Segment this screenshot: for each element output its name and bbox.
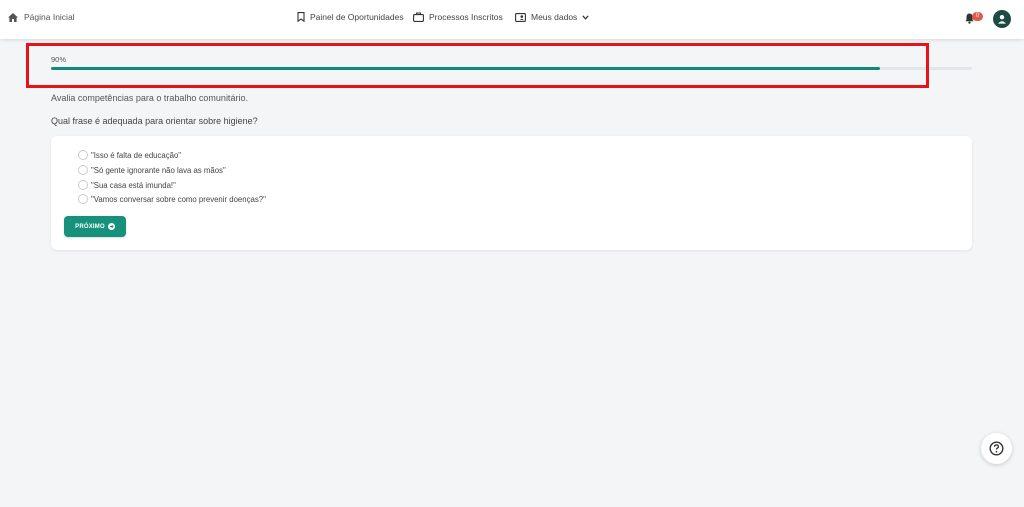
progress-label: 90% [51, 55, 67, 64]
quiz-description: Avalia competências para o trabalho comu… [51, 93, 248, 103]
answer-option-label: "Vamos conversar sobre como prevenir doe… [91, 194, 266, 204]
progress-track [51, 67, 972, 70]
answers-card: "Isso é falta de educação" "Só gente ign… [51, 136, 972, 250]
user-icon [997, 14, 1007, 24]
next-button-label: PRÓXIMO [75, 223, 105, 230]
notification-badge: 0 [972, 12, 983, 21]
help-button[interactable] [981, 433, 1012, 464]
home-label: Página Inicial [24, 12, 75, 22]
home-link[interactable]: Página Inicial [8, 12, 75, 22]
briefcase-icon [413, 12, 424, 22]
answer-option-label: "Só gente ignorante não lava as mãos" [91, 165, 226, 175]
user-avatar[interactable] [993, 10, 1011, 28]
answer-option-label: "Isso é falta de educação" [91, 150, 182, 160]
question-circle-icon [989, 441, 1004, 456]
top-navbar: Página Inicial Painel de Oportunidades P… [0, 0, 1024, 39]
next-button[interactable]: PRÓXIMO [64, 216, 126, 237]
id-card-icon [515, 12, 526, 22]
nav-label: Painel de Oportunidades [310, 12, 404, 22]
nav-label: Processos Inscritos [429, 12, 503, 22]
radio-button[interactable] [78, 165, 88, 175]
radio-button[interactable] [78, 180, 88, 190]
arrow-right-circle-icon [107, 223, 115, 230]
answer-option[interactable]: "Vamos conversar sobre como prevenir doe… [78, 194, 266, 204]
radio-button[interactable] [78, 150, 88, 160]
bookmark-icon [297, 12, 305, 22]
nav-label: Meus dados [531, 12, 578, 22]
nav-meus-dados[interactable]: Meus dados [515, 12, 589, 22]
radio-button[interactable] [78, 194, 88, 204]
answer-option[interactable]: "Isso é falta de educação" [78, 150, 181, 160]
answer-option-label: "Sua casa está imunda!" [91, 180, 176, 190]
progress-section: 90% [51, 55, 972, 70]
nav-processos-inscritos[interactable]: Processos Inscritos [413, 12, 503, 22]
quiz-question: Qual frase é adequada para orientar sobr… [51, 116, 258, 126]
answer-option[interactable]: "Sua casa está imunda!" [78, 180, 176, 190]
chevron-down-icon [582, 14, 589, 20]
home-icon [8, 12, 18, 22]
progress-fill [51, 67, 880, 70]
answer-option[interactable]: "Só gente ignorante não lava as mãos" [78, 165, 226, 175]
nav-painel-oportunidades[interactable]: Painel de Oportunidades [297, 12, 404, 22]
